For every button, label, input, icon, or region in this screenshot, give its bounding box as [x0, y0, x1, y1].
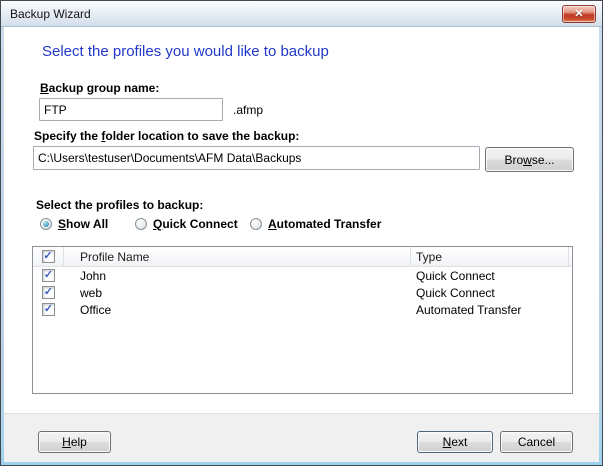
column-header-profile-name[interactable]: Profile Name [64, 247, 411, 266]
radio-show-all[interactable]: Show All [40, 217, 108, 231]
page-title: Select the profiles you would like to ba… [42, 43, 329, 60]
label-part: elp [71, 435, 87, 449]
row-check-glyph: ✓ [44, 287, 53, 298]
column-header-label: Profile Name [80, 250, 149, 264]
profiles-section-label: Select the profiles to backup: [36, 198, 203, 212]
mnemonic-char: A [268, 217, 277, 231]
profile-table: ✓ Profile Name Type ✓ John Quick Connect… [32, 246, 573, 394]
profile-table-header: ✓ Profile Name Type [33, 247, 572, 267]
folder-location-label: Specify the folder location to save the … [34, 129, 299, 143]
label-part: older location to save the backup: [105, 129, 299, 143]
mnemonic-char: B [40, 81, 49, 95]
close-button[interactable]: ✕ [562, 5, 596, 23]
group-name-input[interactable] [39, 98, 223, 121]
profile-name-cell: web [64, 286, 411, 300]
group-name-label: Backup group name: [40, 81, 159, 95]
footer-bar: Help Next Cancel [4, 413, 599, 462]
select-all-checkbox[interactable]: ✓ [42, 250, 55, 263]
radio-circle [250, 218, 262, 230]
radio-label: Show All [58, 217, 108, 231]
label-part: ext [451, 435, 467, 449]
radio-circle [40, 218, 52, 230]
next-button[interactable]: Next [417, 431, 493, 453]
radio-label: Automated Transfer [268, 217, 381, 231]
row-checkbox[interactable]: ✓ [42, 286, 55, 299]
mnemonic-char: H [62, 435, 71, 449]
profile-name-cell: Office [64, 303, 411, 317]
select-all-check-glyph: ✓ [43, 251, 52, 262]
row-check-glyph: ✓ [44, 270, 53, 281]
label-part: how All [66, 217, 108, 231]
label-part: Cancel [518, 435, 555, 449]
column-header-label: Type [416, 250, 442, 264]
table-row[interactable]: ✓ John Quick Connect [33, 267, 572, 284]
help-button[interactable]: Help [38, 431, 111, 453]
backup-wizard-dialog: Backup Wizard ✕ Select the profiles you … [0, 0, 603, 466]
file-extension-suffix: .afmp [233, 103, 263, 117]
radio-automated-transfer[interactable]: Automated Transfer [250, 217, 381, 231]
table-row[interactable]: ✓ Office Automated Transfer [33, 301, 572, 318]
folder-location-input[interactable] [33, 146, 480, 170]
cancel-button[interactable]: Cancel [500, 431, 573, 453]
label-part: ackup group name: [49, 81, 160, 95]
title-bar[interactable]: Backup Wizard ✕ [1, 1, 602, 27]
close-icon: ✕ [574, 8, 583, 20]
table-row[interactable]: ✓ web Quick Connect [33, 284, 572, 301]
label-part: utomated Transfer [277, 217, 382, 231]
column-header-type[interactable]: Type [411, 247, 569, 266]
row-checkbox[interactable]: ✓ [42, 269, 55, 282]
label-part: Specify the [34, 129, 101, 143]
column-header-filler [569, 247, 572, 266]
label-part: se... [532, 153, 555, 167]
profile-type-cell: Quick Connect [411, 269, 495, 283]
profile-list: ✓ John Quick Connect ✓ web Quick Connect… [33, 267, 572, 318]
label-part: Bro [504, 153, 523, 167]
mnemonic-char: w [523, 153, 532, 167]
profile-type-cell: Quick Connect [411, 286, 495, 300]
select-all-header[interactable]: ✓ [33, 247, 64, 266]
radio-label: Quick Connect [153, 217, 238, 231]
radio-circle [135, 218, 147, 230]
mnemonic-char: Q [153, 217, 162, 231]
window-title: Backup Wizard [10, 7, 91, 21]
profile-name-cell: John [64, 269, 411, 283]
row-checkbox[interactable]: ✓ [42, 303, 55, 316]
browse-button[interactable]: Browse... [485, 147, 574, 172]
mnemonic-char: S [58, 217, 66, 231]
dialog-body: Select the profiles you would like to ba… [4, 27, 599, 462]
profile-type-cell: Automated Transfer [411, 303, 521, 317]
radio-quick-connect[interactable]: Quick Connect [135, 217, 238, 231]
label-part: uick Connect [162, 217, 237, 231]
row-check-glyph: ✓ [44, 304, 53, 315]
